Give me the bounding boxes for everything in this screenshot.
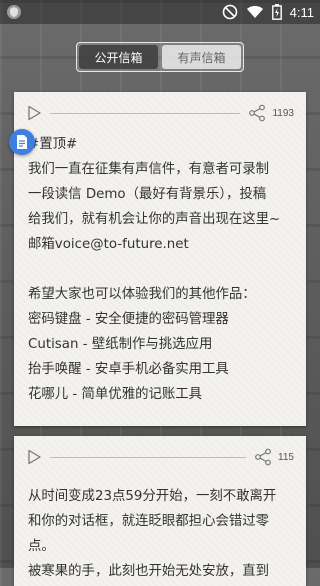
file-icon <box>17 135 27 149</box>
play-icon[interactable] <box>26 105 42 121</box>
play-count: 115 <box>278 451 294 463</box>
tab-public-mailbox[interactable]: 公开信箱 <box>79 45 158 69</box>
letter-card[interactable]: 1193 #置顶# 我们一直在征集有声信件，有意者可录制 一段读信 Demo（最… <box>14 92 306 426</box>
shield-icon <box>7 5 21 19</box>
tab-voice-mailbox[interactable]: 有声信箱 <box>162 45 241 69</box>
progress-track[interactable] <box>50 456 247 458</box>
wifi-icon <box>246 6 263 18</box>
play-count: 1193 <box>272 107 294 119</box>
dnd-icon <box>222 4 237 20</box>
status-time: 4:11 <box>289 4 314 20</box>
document-icon[interactable] <box>9 129 35 155</box>
letter-text: #置顶# 我们一直在征集有声信件，有意者可录制 一段读信 Demo（最好有背景乐… <box>28 137 281 402</box>
share-icon[interactable] <box>248 104 266 122</box>
mailbox-tabs: 公开信箱 有声信箱 <box>76 42 244 72</box>
letter-text: 从时间变成23点59分开始，一刻不敢离开 和你的对话框，就连眨眼都担心会错过零 … <box>28 489 277 579</box>
share-icon[interactable] <box>254 448 272 466</box>
play-icon[interactable] <box>26 449 42 465</box>
audio-player: 115 <box>26 446 294 468</box>
letter-card[interactable]: 115 从时间变成23点59分开始，一刻不敢离开 和你的对话框，就连眨眼都担心会… <box>14 436 306 586</box>
status-bar: 4:11 <box>0 0 320 24</box>
audio-player: 1193 <box>26 102 294 124</box>
progress-track[interactable] <box>50 112 241 114</box>
battery-icon <box>271 4 282 20</box>
